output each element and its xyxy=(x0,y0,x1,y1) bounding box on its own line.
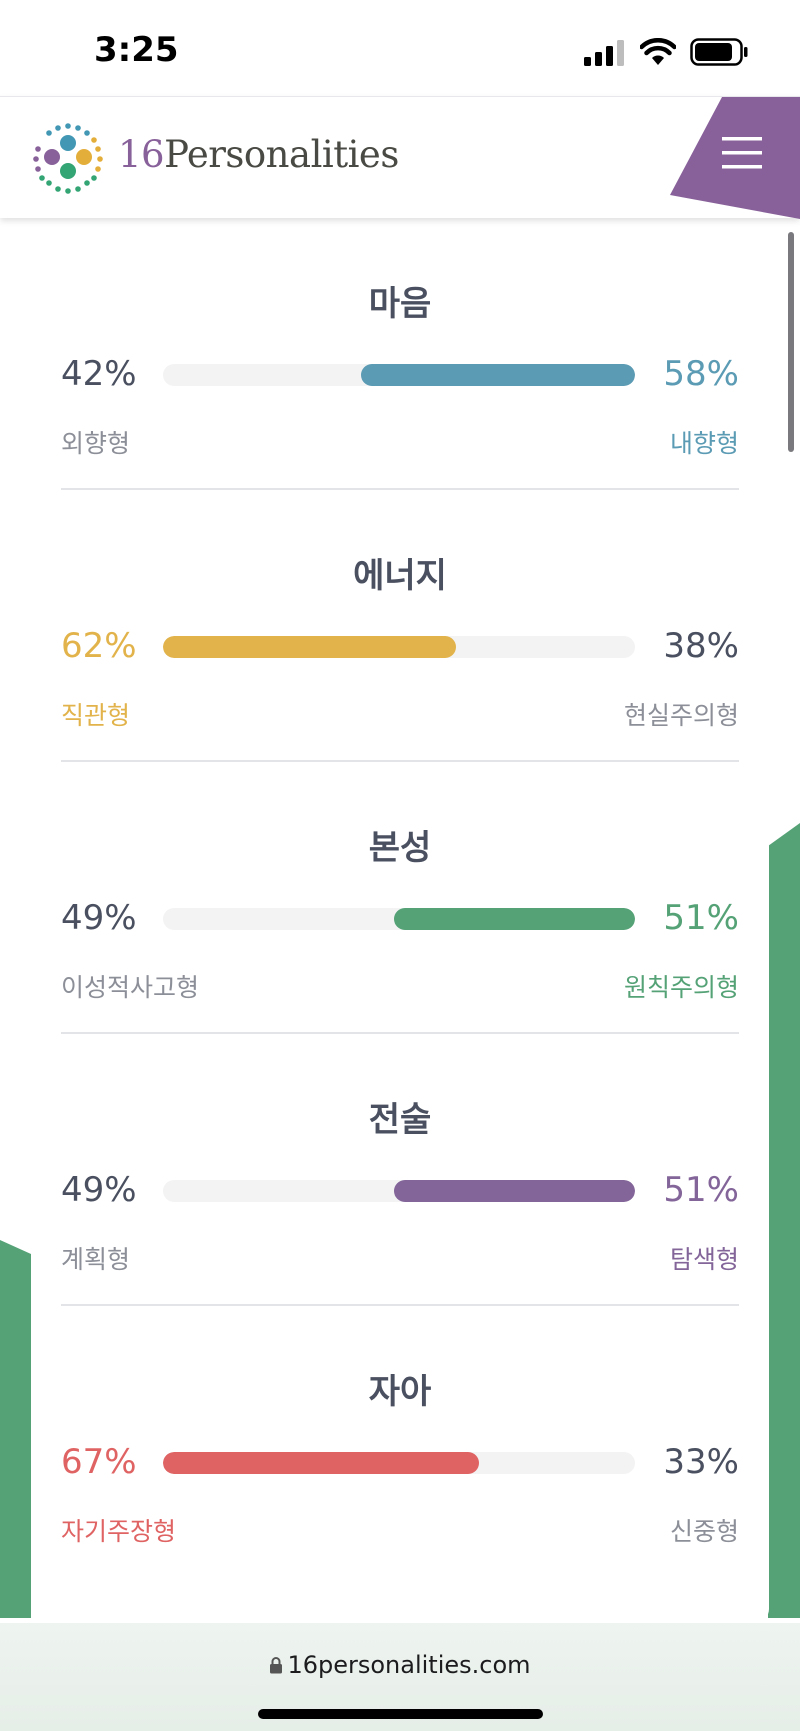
right-trait-label: 원칙주의형 xyxy=(623,973,739,1002)
brand-wordmark[interactable]: 16Personalities xyxy=(118,133,399,176)
right-percent: 38% xyxy=(663,626,739,666)
trait-bar-fill xyxy=(361,364,635,386)
right-percent: 33% xyxy=(663,1442,739,1482)
trait-nature: 본성 49% 51% 이성적사고형 원칙주의형 xyxy=(61,762,739,1034)
left-trait-label: 계획형 xyxy=(61,1245,131,1274)
brand-name: Personalities xyxy=(164,133,399,176)
trait-title: 마음 xyxy=(368,284,432,324)
hamburger-menu-icon[interactable] xyxy=(722,137,762,169)
right-trait-label: 탐색형 xyxy=(669,1245,739,1274)
trait-title: 자아 xyxy=(368,1372,432,1412)
trait-bar xyxy=(163,908,635,930)
left-percent: 62% xyxy=(61,626,137,666)
right-percent: 51% xyxy=(663,1170,739,1210)
page-scrollbar[interactable] xyxy=(788,232,794,452)
left-percent: 67% xyxy=(61,1442,137,1482)
left-trait-label: 이성적사고형 xyxy=(61,973,200,1002)
16personalities-logo-icon[interactable] xyxy=(28,119,108,199)
trait-title: 전술 xyxy=(368,1100,432,1140)
home-indicator xyxy=(258,1709,543,1719)
trait-bar xyxy=(163,636,635,658)
brand-number: 16 xyxy=(118,133,165,176)
trait-energy: 에너지 62% 38% 직관형 현실주의형 xyxy=(61,490,739,762)
trait-mind: 마음 42% 58% 외향형 내향형 xyxy=(61,218,739,490)
trait-bar-fill xyxy=(163,1452,480,1474)
status-bar: 3:25 xyxy=(0,0,800,96)
trait-tactics: 전술 49% 51% 계획형 탐색형 xyxy=(61,1034,739,1306)
right-percent: 58% xyxy=(663,354,739,394)
left-trait-label: 외향형 xyxy=(61,429,131,458)
left-trait-label: 직관형 xyxy=(61,701,131,730)
trait-results-card: 마음 42% 58% 외향형 내향형 에너지 62% 38% 직관형 현실주의형… xyxy=(31,218,769,1623)
trait-bar xyxy=(163,1180,635,1202)
right-trait-label: 현실주의형 xyxy=(623,701,739,730)
trait-bar xyxy=(163,1452,635,1474)
left-trait-label: 자기주장형 xyxy=(61,1517,177,1546)
browser-url-bar[interactable]: 16personalities.com xyxy=(0,1623,800,1731)
trait-bar xyxy=(163,364,635,386)
left-percent: 49% xyxy=(61,898,137,938)
trait-title: 본성 xyxy=(368,828,432,868)
status-time: 3:25 xyxy=(94,30,179,70)
url-display[interactable]: 16personalities.com xyxy=(0,1651,800,1679)
url-text: 16personalities.com xyxy=(287,1651,531,1679)
site-header: 16Personalities xyxy=(0,96,800,219)
cellular-signal-icon xyxy=(584,40,624,66)
right-trait-label: 내향형 xyxy=(669,429,739,458)
trait-identity: 자아 67% 33% 자기주장형 신중형 xyxy=(61,1306,739,1578)
lock-icon xyxy=(270,1657,283,1674)
left-percent: 42% xyxy=(61,354,137,394)
trait-title: 에너지 xyxy=(353,556,447,596)
wifi-icon xyxy=(640,38,676,65)
trait-bar-fill xyxy=(163,636,456,658)
trait-bar-fill xyxy=(394,908,635,930)
trait-bar-fill xyxy=(394,1180,635,1202)
right-percent: 51% xyxy=(663,898,739,938)
right-trait-label: 신중형 xyxy=(669,1517,739,1546)
left-percent: 49% xyxy=(61,1170,137,1210)
battery-icon xyxy=(690,38,748,66)
